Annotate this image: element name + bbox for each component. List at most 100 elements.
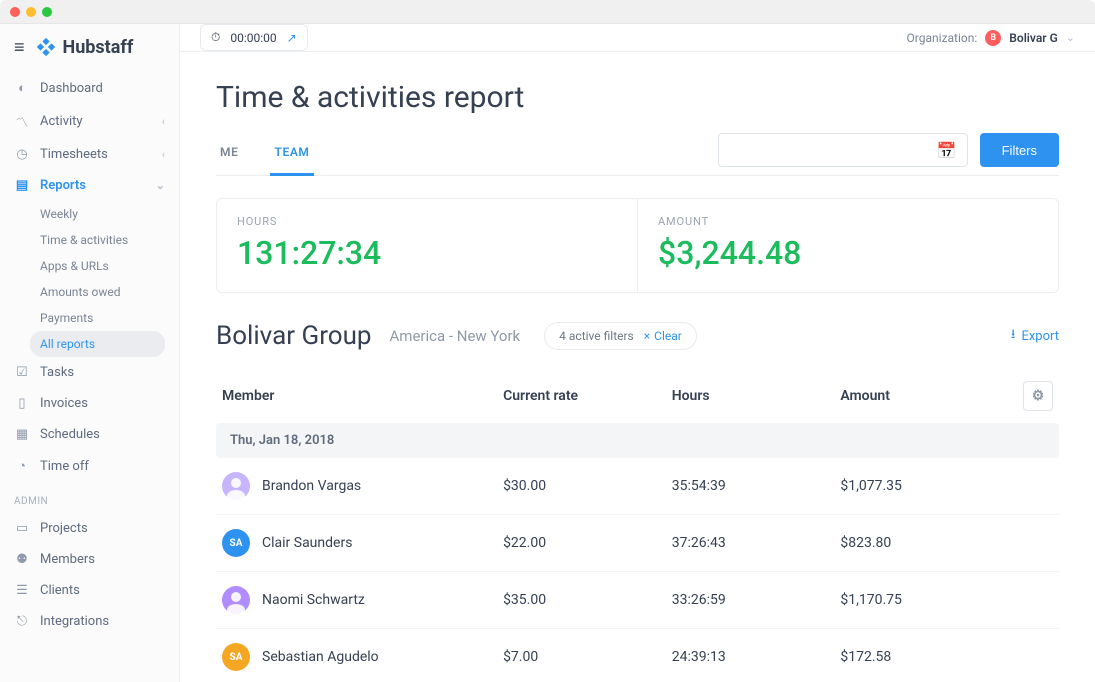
sidebar-item-label: Clients <box>40 583 80 598</box>
avatar <box>222 586 250 614</box>
sidebar-item-clients[interactable]: ☰ Clients <box>0 575 179 606</box>
sidebar-item-label: Dashboard <box>40 81 103 96</box>
table-settings-button[interactable]: ⚙ <box>1023 381 1053 411</box>
sidebar-item-members[interactable]: ⚉ Members <box>0 544 179 575</box>
clear-filters-button[interactable]: × Clear <box>644 329 682 343</box>
col-rate: Current rate <box>503 388 672 404</box>
member-name: Sebastian Agudelo <box>262 649 379 665</box>
member-name: Clair Saunders <box>262 535 352 551</box>
subnav-item-time-activities[interactable]: Time & activities <box>40 227 179 253</box>
summary-amount-value: $3,244.48 <box>658 234 1038 272</box>
close-icon: × <box>644 329 650 343</box>
sidebar-item-projects[interactable]: ▭ Projects <box>0 513 179 544</box>
window-minimize-dot[interactable] <box>26 7 36 17</box>
sidebar-item-integrations[interactable]: ⎋ Integrations <box>0 606 179 637</box>
sidebar-item-tasks[interactable]: ☑ Tasks <box>0 357 179 388</box>
table-row[interactable]: SAClair Saunders$22.0037:26:43$823.80 <box>216 515 1059 572</box>
window-close-dot[interactable] <box>10 7 20 17</box>
member-name: Naomi Schwartz <box>262 592 365 608</box>
sidebar-item-label: Activity <box>40 114 83 129</box>
avatar: SA <box>222 529 250 557</box>
members-icon: ⚉ <box>14 552 30 567</box>
sidebar-item-activity[interactable]: 〽 Activity ‹ <box>0 104 179 139</box>
page-title: Time & activities report <box>216 80 1059 115</box>
menu-toggle-icon[interactable]: ≡ <box>14 37 25 58</box>
tasks-icon: ☑ <box>14 365 30 380</box>
sidebar-item-dashboard[interactable]: ◐ Dashboard <box>0 72 179 104</box>
timer-value: 00:00:00 <box>230 31 276 45</box>
sidebar-item-time-off[interactable]: ◔ Time off <box>0 450 179 482</box>
sidebar: ≡ Hubstaff ◐ Dashboard 〽 Activity ‹ ◷ Ti… <box>0 24 180 682</box>
member-hours: 35:54:39 <box>672 478 841 494</box>
sidebar-item-label: Time off <box>40 459 89 474</box>
subnav-item-weekly[interactable]: Weekly <box>40 201 179 227</box>
table-date-header: Thu, Jan 18, 2018 <box>216 423 1059 458</box>
table-row[interactable]: Naomi Schwartz$35.0033:26:59$1,170.75 <box>216 572 1059 629</box>
member-amount: $1,077.35 <box>840 478 1009 494</box>
date-range-picker[interactable]: 📅 <box>718 133 968 167</box>
sidebar-item-label: Projects <box>40 521 88 536</box>
chevron-left-icon: ‹ <box>162 115 165 128</box>
timer-widget[interactable]: ⏱ 00:00:00 ↗ <box>200 24 308 51</box>
group-name: Bolivar Group <box>216 321 372 351</box>
active-filters-pill: 4 active filters × Clear <box>544 322 697 350</box>
timer-open-icon[interactable]: ↗ <box>287 31 297 45</box>
summary-card: HOURS 131:27:34 AMOUNT $3,244.48 <box>216 198 1059 293</box>
timeoff-icon: ◔ <box>14 458 30 474</box>
export-label: Export <box>1021 329 1059 344</box>
subnav-item-amounts-owed[interactable]: Amounts owed <box>40 279 179 305</box>
member-rate: $35.00 <box>503 592 672 608</box>
org-avatar: B <box>985 30 1001 46</box>
invoices-icon: ▯ <box>14 396 30 411</box>
report-scope-tabs: ME TEAM <box>216 135 314 175</box>
col-member: Member <box>222 388 503 404</box>
group-timezone: America - New York <box>390 327 521 345</box>
sidebar-item-label: Integrations <box>40 614 109 629</box>
sidebar-item-label: Invoices <box>40 396 88 411</box>
sidebar-item-schedules[interactable]: ▦ Schedules <box>0 419 179 450</box>
summary-amount-label: AMOUNT <box>658 215 1038 228</box>
sidebar-item-label: Reports <box>40 178 86 193</box>
sidebar-item-reports[interactable]: ▤ Reports ⌄ <box>0 170 179 201</box>
clear-filters-label: Clear <box>654 329 682 343</box>
member-rate: $22.00 <box>503 535 672 551</box>
reports-subnav: Weekly Time & activities Apps & URLs Amo… <box>0 201 179 357</box>
chevron-down-icon: ⌄ <box>156 179 165 192</box>
active-filters-count: 4 active filters <box>559 329 634 343</box>
hubstaff-logo-icon <box>35 36 57 58</box>
col-hours: Hours <box>672 388 841 404</box>
projects-icon: ▭ <box>14 521 30 536</box>
member-amount: $172.58 <box>840 649 1009 665</box>
clients-icon: ☰ <box>14 583 30 598</box>
sidebar-item-label: Members <box>40 552 95 567</box>
col-amount: Amount <box>840 388 1009 404</box>
window-zoom-dot[interactable] <box>42 7 52 17</box>
tab-me[interactable]: ME <box>216 135 242 175</box>
tab-team[interactable]: TEAM <box>270 135 313 176</box>
member-rate: $30.00 <box>503 478 672 494</box>
brand-logo[interactable]: Hubstaff <box>35 36 134 58</box>
subnav-item-payments[interactable]: Payments <box>40 305 179 331</box>
member-rate: $7.00 <box>503 649 672 665</box>
sidebar-item-timesheets[interactable]: ◷ Timesheets ‹ <box>0 139 179 170</box>
subnav-item-all-reports[interactable]: All reports <box>30 331 165 357</box>
org-switcher[interactable]: Bolivar G <box>1009 31 1058 45</box>
avatar <box>222 472 250 500</box>
export-button[interactable]: ⭳ Export <box>1011 325 1059 347</box>
sidebar-item-label: Timesheets <box>40 147 108 162</box>
subnav-item-apps-urls[interactable]: Apps & URLs <box>40 253 179 279</box>
table-row[interactable]: Brandon Vargas$30.0035:54:39$1,077.35 <box>216 458 1059 515</box>
sidebar-item-invoices[interactable]: ▯ Invoices <box>0 388 179 419</box>
summary-hours-label: HOURS <box>237 215 617 228</box>
reports-icon: ▤ <box>14 178 30 193</box>
filters-button[interactable]: Filters <box>980 133 1059 167</box>
brand-name: Hubstaff <box>63 37 134 58</box>
member-hours: 24:39:13 <box>672 649 841 665</box>
timesheets-icon: ◷ <box>14 147 30 162</box>
member-hours: 33:26:59 <box>672 592 841 608</box>
table-row[interactable]: SASebastian Agudelo$7.0024:39:13$172.58 <box>216 629 1059 682</box>
sidebar-section-admin: ADMIN <box>0 482 179 513</box>
chevron-down-icon[interactable]: ⌄ <box>1066 31 1075 44</box>
sidebar-item-label: Tasks <box>40 365 74 380</box>
integrations-icon: ⎋ <box>14 614 30 629</box>
